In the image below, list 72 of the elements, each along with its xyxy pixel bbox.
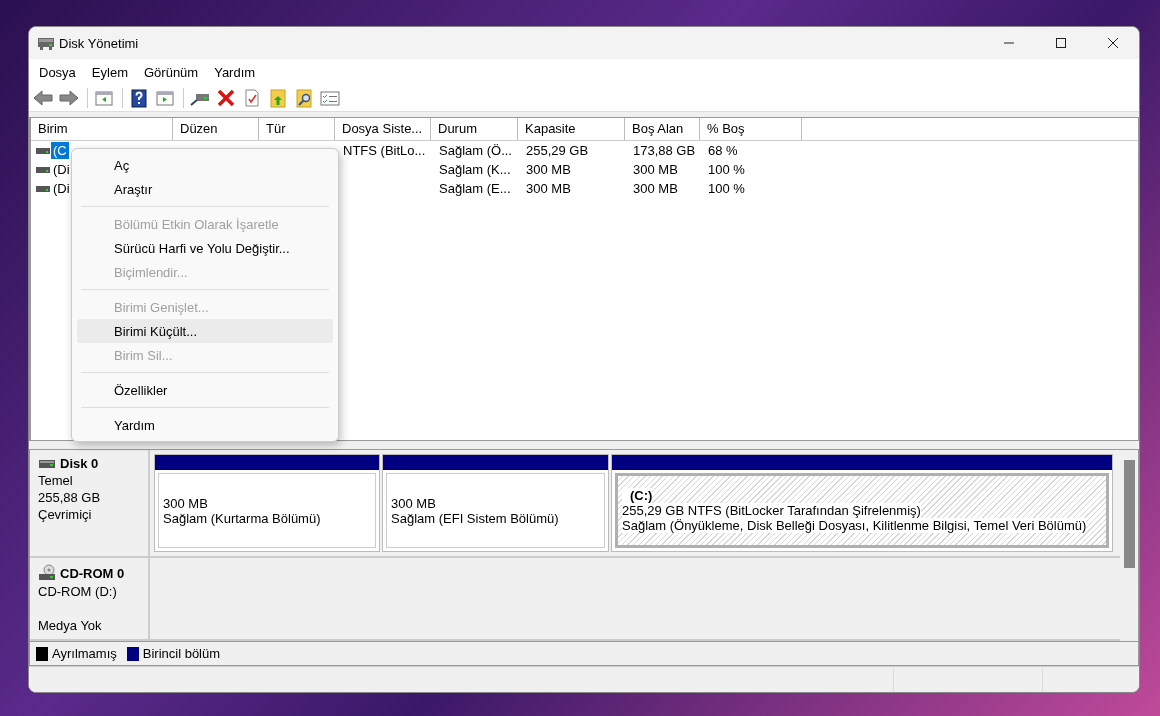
disk-name: Disk 0 [60,456,99,471]
console-tree-icon [94,88,114,108]
folder-search-icon [294,88,314,108]
table-cell-text: NTFS (BitLo... [342,143,427,158]
table-cell[interactable]: (Di [51,180,72,197]
context-menu-item[interactable]: Aç [77,153,333,177]
table-cell[interactable]: (Di [51,161,72,178]
table-cell-text: 300 MB [525,181,572,196]
forward-arrow-icon [59,88,79,108]
disk-size: 255,88 GB [38,490,102,505]
action-pane-icon [155,88,175,108]
column-header[interactable]: Düzen [173,118,259,140]
partition-block[interactable]: 300 MB Sağlam (EFI Sistem Bölümü) [382,454,609,552]
context-menu-item[interactable]: Özellikler [77,378,333,402]
column-header[interactable]: Kapasite [518,118,625,140]
scrollbar-thumb[interactable] [1123,460,1135,568]
column-header[interactable]: % Boş [700,118,802,140]
context-menu-item[interactable]: Araştır [77,177,333,201]
partition-status: Sağlam (Kurtarma Bölümü) [163,510,322,526]
context-menu-item[interactable]: Sürücü Harfi ve Yolu Değiştir... [77,236,333,260]
disk-name: CD-ROM 0 [60,565,125,581]
drive-icon [35,183,51,194]
partition-status: Sağlam (Önyükleme, Disk Belleği Dosyası, Kilitlenme Bilgisi, Temel Veri Bölümü) [622,518,1087,533]
delete-icon [216,88,236,108]
partition-size: 300 MB [391,495,437,511]
partition-size: 255,29 GB NTFS (BitLocker Tarafından Şifrelenmiş) [622,503,921,518]
table-cell-text: 300 MB [525,162,572,177]
table-cell-text: 255,29 GB [525,143,590,158]
table-cell-text: 100 % [707,162,746,177]
help-icon [129,88,149,108]
menu-item[interactable]: Dosya [31,62,84,82]
maximize-icon [1055,37,1067,49]
legend-label: Ayrılmamış [52,646,117,661]
close-icon [1107,37,1119,49]
context-menu-item[interactable]: Yardım [77,413,333,437]
partition-block[interactable]: (C:) 255,29 GB NTFS (BitLocker Tarafından Şifrelenmiş) Sağlam (Önyükleme, Disk Belleği Dosyası, Kilitlenme Bilgisi, Temel Veri Bölümü) [611,454,1113,552]
menu-item[interactable]: Eylem [83,62,136,82]
table-cell-text: 300 MB [632,181,679,196]
disk-type: CD-ROM (D:) [38,584,118,599]
menu-item[interactable]: Görünüm [136,62,207,82]
context-menu-item[interactable]: Birimi Küçült... [77,319,333,343]
window-title: Disk Yönetimi [59,35,140,51]
cd-drive-icon [38,564,56,582]
table-cell-text: Sağlam (Ö... [438,143,513,158]
disk-type: Temel [38,473,74,488]
column-header[interactable]: Tür [259,118,335,140]
table-cell-text: 173,88 GB [632,143,697,158]
table-cell-text: 100 % [707,181,746,196]
table-cell-text: 300 MB [632,162,679,177]
drive-icon [35,164,51,175]
disk-state: Medya Yok [38,618,103,633]
table-cell-text: Sağlam (E... [438,181,512,196]
disk-state: Çevrimiçi [38,507,93,522]
back-arrow-icon [33,88,53,108]
column-header[interactable]: Birim [31,118,173,140]
partition-size: 300 MB [163,495,209,511]
menu-item[interactable]: Yardım [206,62,264,82]
drive-icon [37,35,55,51]
column-header[interactable]: Dosya Siste... [335,118,431,140]
table-cell-text: 68 % [707,143,739,158]
drive-icon [38,457,56,470]
partition-status: Sağlam (EFI Sistem Bölümü) [391,510,560,526]
table-cell-text: Sağlam (K... [438,162,512,177]
partition-block[interactable]: 300 MB Sağlam (Kurtarma Bölümü) [154,454,380,552]
legend-label: Birincil bölüm [142,646,221,661]
drive-icon [35,145,51,156]
table-cell[interactable]: (C [51,142,69,159]
checklist-icon [320,88,340,108]
partition-label: (C:) [622,488,653,503]
column-header[interactable]: Boş Alan [625,118,700,140]
column-header[interactable]: Durum [431,118,518,140]
properties-icon [242,88,262,108]
